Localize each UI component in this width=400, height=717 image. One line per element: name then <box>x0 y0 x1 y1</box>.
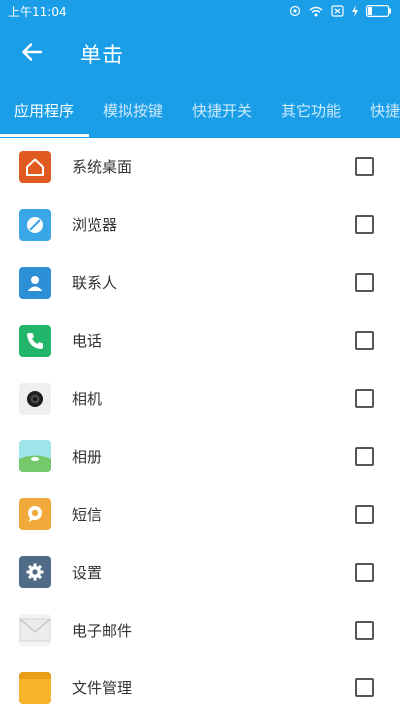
list-item-settings[interactable]: 设置 <box>0 543 400 601</box>
tab-simulate-keys[interactable]: 模拟按键 <box>103 86 163 138</box>
checkbox[interactable] <box>355 620 374 640</box>
checkbox[interactable] <box>355 273 374 293</box>
alarm-icon <box>289 5 301 17</box>
list-item-label: 浏览器 <box>72 216 118 235</box>
home-icon <box>19 150 51 183</box>
browser-icon <box>19 208 51 241</box>
status-time: 上午11:04 <box>8 4 67 19</box>
app-list: 系统桌面 浏览器 联系人 电话 相机 相册 短信 设置 电子邮件 文件管理 <box>0 138 400 717</box>
tab-indicator <box>0 134 89 137</box>
battery-icon <box>366 5 392 17</box>
checkbox[interactable] <box>355 389 374 408</box>
folder-icon <box>19 671 51 704</box>
list-item-label: 文件管理 <box>72 679 133 698</box>
tab-other-functions[interactable]: 其它功能 <box>281 86 341 138</box>
checkbox[interactable] <box>355 215 374 235</box>
back-button[interactable] <box>0 22 64 86</box>
no-sim-icon <box>331 5 344 17</box>
list-item-label: 设置 <box>72 563 103 582</box>
app-bar: 单击 <box>0 22 400 86</box>
list-item-file-manager[interactable]: 文件管理 <box>0 659 400 717</box>
list-item-browser[interactable]: 浏览器 <box>0 196 400 254</box>
status-bar: 上午11:04 <box>0 0 400 22</box>
list-item-camera[interactable]: 相机 <box>0 370 400 428</box>
status-icons <box>289 5 392 17</box>
arrow-left-icon <box>22 43 43 65</box>
list-item-home[interactable]: 系统桌面 <box>0 138 400 196</box>
checkbox[interactable] <box>355 157 374 177</box>
charging-icon <box>352 5 358 17</box>
tab-quick-toggles[interactable]: 快捷开关 <box>192 86 252 138</box>
message-icon <box>19 498 51 531</box>
gallery-icon <box>19 440 51 473</box>
checkbox[interactable] <box>355 331 374 351</box>
list-item-email[interactable]: 电子邮件 <box>0 601 400 659</box>
list-item-phone[interactable]: 电话 <box>0 312 400 370</box>
list-item-label: 短信 <box>72 505 103 524</box>
tab-apps[interactable]: 应用程序 <box>14 86 74 138</box>
list-item-label: 电话 <box>72 332 103 351</box>
list-item-label: 相册 <box>72 447 103 466</box>
checkbox[interactable] <box>355 504 374 524</box>
list-item-contacts[interactable]: 联系人 <box>0 254 400 312</box>
list-item-label: 相机 <box>72 390 103 408</box>
checkbox[interactable] <box>355 562 374 582</box>
wifi-icon <box>309 6 323 17</box>
contacts-icon <box>19 266 51 299</box>
mail-icon <box>19 614 51 647</box>
phone-icon <box>19 324 51 357</box>
list-item-label: 电子邮件 <box>72 621 133 640</box>
list-item-label: 联系人 <box>72 274 118 293</box>
list-item-label: 系统桌面 <box>72 158 133 177</box>
tab-shortcuts[interactable]: 快捷 <box>370 86 400 138</box>
settings-icon <box>19 556 51 589</box>
list-item-messages[interactable]: 短信 <box>0 485 400 543</box>
camera-icon <box>19 382 51 415</box>
page-title: 单击 <box>80 43 124 67</box>
checkbox[interactable] <box>355 446 374 466</box>
checkbox[interactable] <box>355 678 374 698</box>
list-item-gallery[interactable]: 相册 <box>0 427 400 485</box>
tab-bar: 应用程序 模拟按键 快捷开关 其它功能 快捷 <box>0 86 400 138</box>
